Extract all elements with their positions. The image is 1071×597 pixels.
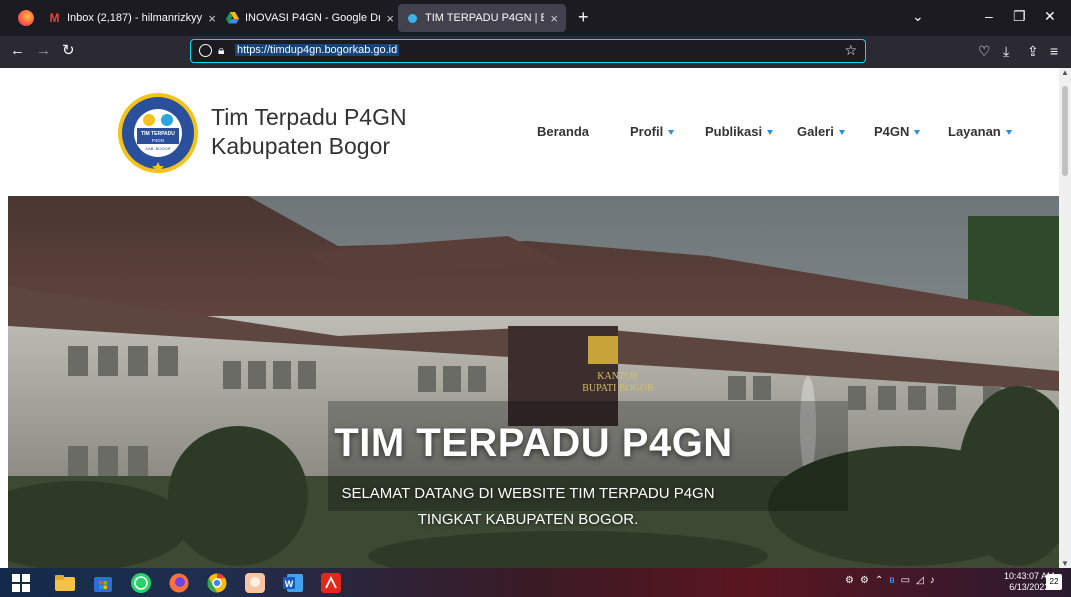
store-icon[interactable] [92, 572, 114, 594]
svg-text:P4GN: P4GN [152, 138, 164, 143]
forward-arrow-icon[interactable]: → [36, 42, 51, 60]
bookmark-star-icon[interactable]: ☆ [844, 42, 857, 59]
windows-start-icon[interactable] [10, 572, 32, 594]
site-header: TIM TERPADU P4GN KAB. BOGOR Tim Terpadu … [0, 68, 1059, 196]
acrobat-icon[interactable] [320, 572, 342, 594]
scrollbar-thumb[interactable] [1062, 86, 1068, 176]
tab-title: INOVASI P4GN - Google Drive [245, 12, 381, 24]
close-tab-icon[interactable]: × [208, 11, 216, 26]
tracking-shield-icon[interactable] [199, 44, 212, 57]
browser-nav-bar: ← → ↻ 🔒︎ https://timdup4gn.bogorkab.go.i… [0, 36, 1071, 68]
menu-item-p4gn[interactable]: P4GN [874, 124, 948, 139]
tab-title: Inbox (2,187) - hilmanrizkyy@g [67, 12, 203, 24]
url-text[interactable]: https://timdup4gn.bogorkab.go.id [235, 44, 400, 56]
tab-title: TIM TERPADU P4GN | Beranda [425, 12, 545, 24]
menu-item-beranda[interactable]: Beranda [537, 124, 630, 139]
menu-label: Galeri [797, 124, 834, 139]
file-explorer-icon[interactable] [54, 572, 76, 594]
hamburger-menu-icon[interactable]: ≡ [1050, 43, 1058, 59]
site-title-line2: Kabupaten Bogor [211, 133, 391, 159]
hero-banner: KANTOR BUPATI BOGOR TIM TERPADU P4GN SEL… [8, 196, 1059, 568]
hero-subtitle: SELAMAT DATANG DI WEBSITE TIM TERPADU P4… [308, 481, 748, 533]
address-bar[interactable]: 🔒︎ https://timdup4gn.bogorkab.go.id ☆ [190, 39, 866, 63]
hero-subtitle-line1: SELAMAT DATANG DI WEBSITE TIM TERPADU P4… [341, 485, 715, 502]
close-window-icon[interactable]: ✕ [1044, 8, 1056, 25]
scroll-down-icon[interactable]: ▼ [1061, 559, 1069, 568]
battery-icon[interactable]: ▭ [901, 575, 910, 586]
building-sign-line2: BUPATI BOGOR [582, 383, 654, 394]
tray-chevron-icon[interactable]: ⌃ [875, 575, 883, 586]
bluetooth-icon[interactable]: ʙ [889, 575, 894, 586]
share-icon[interactable]: ⇪ [1027, 43, 1039, 59]
tab-google-drive[interactable]: INOVASI P4GN - Google Drive × [226, 4, 394, 32]
system-tray: ⚙ ⚙ ⌃ ʙ ▭ ◿ ♪ [845, 575, 935, 586]
site-logo[interactable]: TIM TERPADU P4GN KAB. BOGOR [117, 92, 199, 174]
new-tab-button[interactable]: + [578, 8, 589, 26]
tray-app-icon[interactable]: ⚙ [845, 575, 854, 586]
hero-title: TIM TERPADU P4GN [334, 421, 733, 465]
tab-gmail[interactable]: M Inbox (2,187) - hilmanrizkyy@g × [48, 4, 217, 32]
building-sign-line1: KANTOR [597, 371, 639, 382]
svg-text:TIM TERPADU: TIM TERPADU [141, 131, 175, 137]
menu-label: P4GN [874, 124, 910, 139]
menu-item-profil[interactable]: Profil [630, 124, 705, 139]
pocket-icon[interactable]: ♡ [978, 43, 991, 59]
windows-taskbar: W ⚙ ⚙ ⌃ ʙ ▭ ◿ ♪ 10:43:07 AM 6/13/2023 22 [0, 568, 1071, 597]
reload-icon[interactable]: ↻ [62, 42, 75, 60]
svg-text:KAB. BOGOR: KAB. BOGOR [145, 146, 170, 151]
close-tab-icon[interactable]: × [550, 11, 558, 26]
caret-down-icon [838, 129, 845, 135]
firefox-menu-icon[interactable] [18, 10, 34, 26]
wifi-icon[interactable]: ◿ [916, 575, 924, 586]
site-icon [406, 12, 419, 25]
lock-icon[interactable]: 🔒︎ [218, 43, 224, 58]
list-tabs-icon[interactable]: ⌄ [912, 8, 924, 25]
word-icon[interactable]: W [282, 572, 304, 594]
caret-down-icon [668, 129, 675, 135]
site-title[interactable]: Tim Terpadu P4GN Kabupaten Bogor [211, 103, 407, 161]
chrome-icon[interactable] [206, 572, 228, 594]
menu-label: Layanan [948, 124, 1001, 139]
tab-tim-terpadu[interactable]: TIM TERPADU P4GN | Beranda × [398, 4, 566, 32]
scroll-up-icon[interactable]: ▲ [1061, 68, 1069, 77]
web-page: TIM TERPADU P4GN KAB. BOGOR Tim Terpadu … [0, 68, 1059, 568]
minimize-icon[interactable]: – [985, 8, 993, 24]
menu-label: Beranda [537, 124, 590, 139]
browser-tab-bar: M Inbox (2,187) - hilmanrizkyy@g × INOVA… [0, 0, 1071, 36]
caret-down-icon [914, 129, 921, 135]
restore-icon[interactable]: ❐ [1013, 8, 1026, 25]
downloads-icon[interactable]: ⤓ [1003, 43, 1009, 59]
menu-label: Profil [630, 124, 664, 139]
svg-text:W: W [285, 579, 294, 589]
menu-item-publikasi[interactable]: Publikasi [705, 124, 797, 139]
whatsapp-icon[interactable] [130, 572, 152, 594]
hero-subtitle-line2: TINGKAT KABUPATEN BOGOR. [417, 511, 639, 528]
notification-center-icon[interactable]: 22 [1046, 574, 1062, 590]
main-menu: Beranda Profil Publikasi Galeri P4GN Lay… [537, 124, 1012, 139]
close-tab-icon[interactable]: × [386, 11, 394, 26]
google-drive-icon [226, 12, 239, 25]
back-arrow-icon[interactable]: ← [10, 42, 25, 60]
caret-down-icon [767, 129, 774, 135]
menu-item-galeri[interactable]: Galeri [797, 124, 874, 139]
tray-app-icon[interactable]: ⚙ [860, 575, 869, 586]
site-title-line1: Tim Terpadu P4GN [211, 104, 407, 130]
page-scrollbar[interactable]: ▲ ▼ [1059, 68, 1071, 568]
caret-down-icon [1005, 129, 1012, 135]
menu-item-layanan[interactable]: Layanan [948, 124, 1012, 139]
firefox-icon[interactable] [168, 572, 190, 594]
app-icon[interactable] [244, 572, 266, 594]
gmail-icon: M [49, 11, 60, 25]
notification-count: 22 [1049, 577, 1059, 586]
menu-label: Publikasi [705, 124, 763, 139]
volume-icon[interactable]: ♪ [930, 575, 935, 586]
